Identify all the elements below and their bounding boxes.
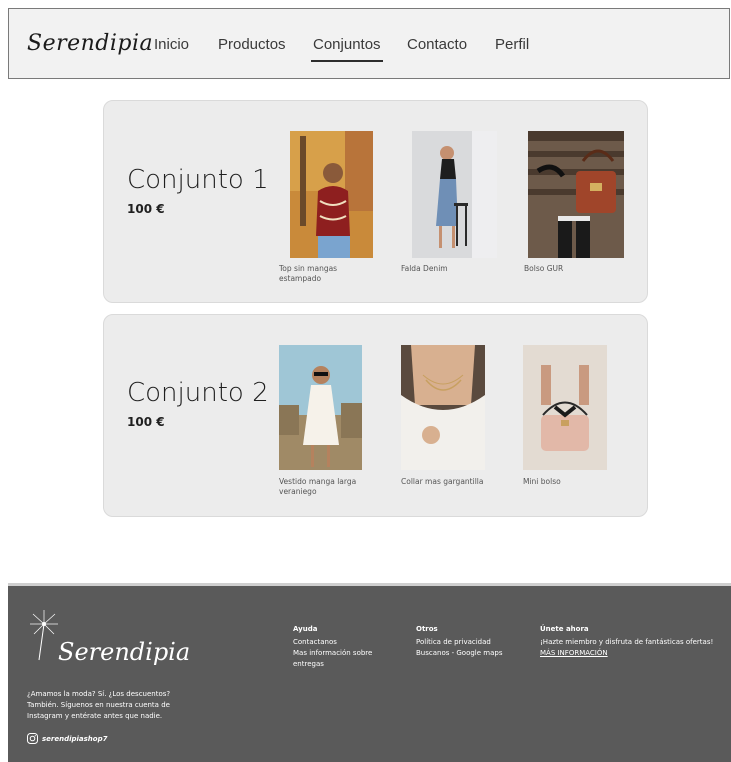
outfit-title: Conjunto 1 xyxy=(127,165,269,195)
product-image-mini-bag[interactable] xyxy=(523,345,607,470)
instagram-handle[interactable]: serendipiashop7 xyxy=(42,735,107,743)
nav-item-contacto[interactable]: Contacto xyxy=(407,36,467,53)
footer-link-delivery[interactable]: Mas información sobre entregas xyxy=(293,648,393,670)
dandelion-icon xyxy=(30,610,58,661)
site-footer: Serendipia ¿Amamos la moda? Sí. ¿Los des… xyxy=(8,583,731,762)
product-image-necklace[interactable] xyxy=(401,345,485,470)
product-name[interactable]: Vestido manga larga veraniego xyxy=(279,477,379,497)
footer-link-privacy[interactable]: Política de privacidad xyxy=(416,637,526,648)
nav-item-inicio[interactable]: Inicio xyxy=(154,36,189,53)
footer-link-maps[interactable]: Buscanos - Google maps xyxy=(416,648,526,659)
outfit-price: 100 € xyxy=(127,202,165,216)
outfit-price: 100 € xyxy=(127,415,165,429)
footer-column-ayuda: Ayuda Contactanos Mas información sobre … xyxy=(293,624,393,670)
top-navbar: Serendipia Inicio Productos Conjuntos Co… xyxy=(8,8,730,79)
outfit-card-1[interactable]: Conjunto 1 100 € Top sin mangas estampad… xyxy=(103,100,648,303)
nav-item-conjuntos[interactable]: Conjuntos xyxy=(311,36,383,62)
brand-logo[interactable]: Serendipia xyxy=(27,31,153,56)
product-image-dress[interactable] xyxy=(279,345,362,470)
product-name[interactable]: Bolso GUR xyxy=(524,264,624,274)
footer-heading: Únete ahora xyxy=(540,625,589,633)
instagram-icon xyxy=(27,733,38,744)
outfit-card-2[interactable]: Conjunto 2 100 € Vestido manga larga ver… xyxy=(103,314,648,517)
product-image-skirt[interactable] xyxy=(412,131,497,258)
instagram-link[interactable]: serendipiashop7 xyxy=(27,733,107,744)
product-name[interactable]: Top sin mangas estampado xyxy=(279,264,379,284)
product-name[interactable]: Collar mas gargantilla xyxy=(401,477,501,487)
footer-column-otros: Otros Política de privacidad Buscanos - … xyxy=(416,624,526,659)
product-image-top[interactable] xyxy=(290,131,373,258)
nav-item-perfil[interactable]: Perfil xyxy=(495,36,529,53)
footer-brand-logo[interactable]: Serendipia xyxy=(58,638,190,666)
footer-join-text: ¡Hazte miembro y disfruta de fantásticas… xyxy=(540,638,714,646)
more-info-link[interactable]: MÁS INFORMACIÓN xyxy=(540,648,725,659)
footer-tagline: ¿Amamos la moda? Sí. ¿Los descuentos? Ta… xyxy=(27,690,171,720)
outfit-title: Conjunto 2 xyxy=(127,378,269,408)
product-name[interactable]: Mini bolso xyxy=(523,477,623,487)
footer-heading: Ayuda xyxy=(293,625,318,633)
product-name[interactable]: Falda Denim xyxy=(401,264,501,274)
footer-link-contact[interactable]: Contactanos xyxy=(293,637,393,648)
nav-item-productos[interactable]: Productos xyxy=(218,36,286,53)
footer-heading: Otros xyxy=(416,625,438,633)
footer-column-join: Únete ahora ¡Hazte miembro y disfruta de… xyxy=(540,624,725,659)
product-image-bag[interactable] xyxy=(528,131,624,258)
